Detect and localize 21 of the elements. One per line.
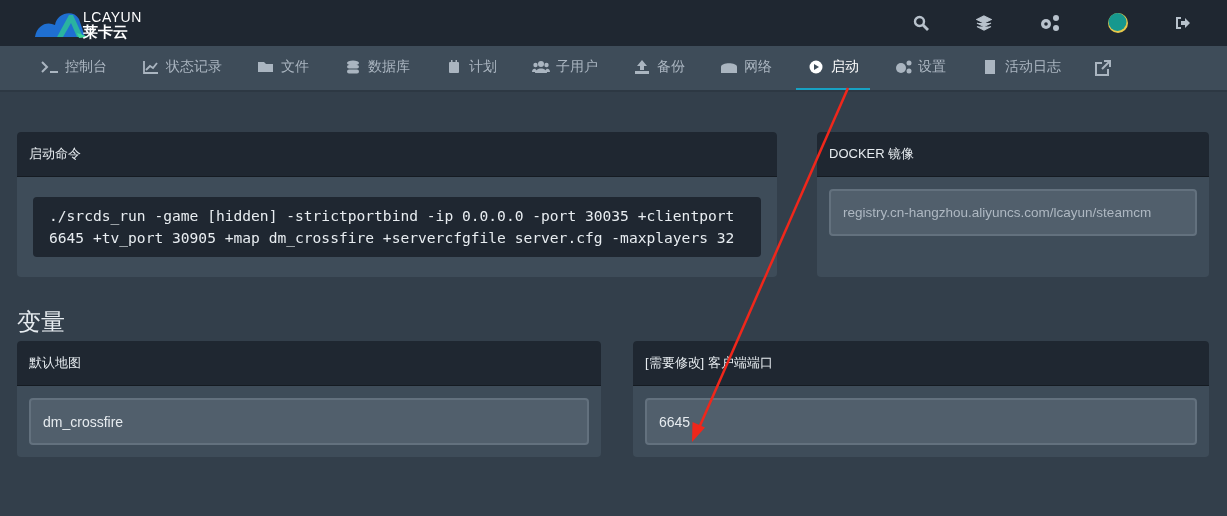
- variable-field[interactable]: dm_crossfire: [29, 398, 589, 445]
- nav-tab[interactable]: 备份: [622, 46, 696, 90]
- nav-tab[interactable]: 设置: [883, 46, 957, 90]
- logo-brand: LCAYUN: [83, 10, 142, 24]
- section-heading: 变量: [17, 307, 66, 337]
- nav-tab[interactable]: 网络: [709, 46, 783, 90]
- nav-tab[interactable]: 活动日志: [970, 46, 1072, 90]
- card-title: 默认地图: [29, 354, 81, 372]
- variable-field[interactable]: 6645: [645, 398, 1197, 445]
- nav-tab[interactable]: 控制台: [30, 46, 118, 90]
- docker-image-field[interactable]: registry.cn-hangzhou.aliyuncs.com/lcayun/steamcm: [829, 189, 1197, 236]
- card-title: 启动命令: [29, 145, 81, 163]
- nav-tab[interactable]: 启动: [796, 46, 870, 90]
- nav-tab[interactable]: 子用户: [521, 46, 609, 90]
- command-text: ./srcds_run -game [hidden] -strictportbind -ip 0.0.0.0 -port 30035 +clientport 6645 +tv_port 30905 +map dm_crossfire +servercfgfile server.cfg -maxplayers 32: [33, 197, 761, 257]
- nav-tab[interactable]: 计划: [434, 46, 508, 90]
- nav-tab[interactable]: 文件: [246, 46, 320, 90]
- nav-tab[interactable]: 数据库: [333, 46, 421, 90]
- nav-tab[interactable]: 状态记录: [131, 46, 233, 90]
- logo-name: 莱卡云: [83, 24, 129, 39]
- card-title: DOCKER 镜像: [829, 145, 915, 163]
